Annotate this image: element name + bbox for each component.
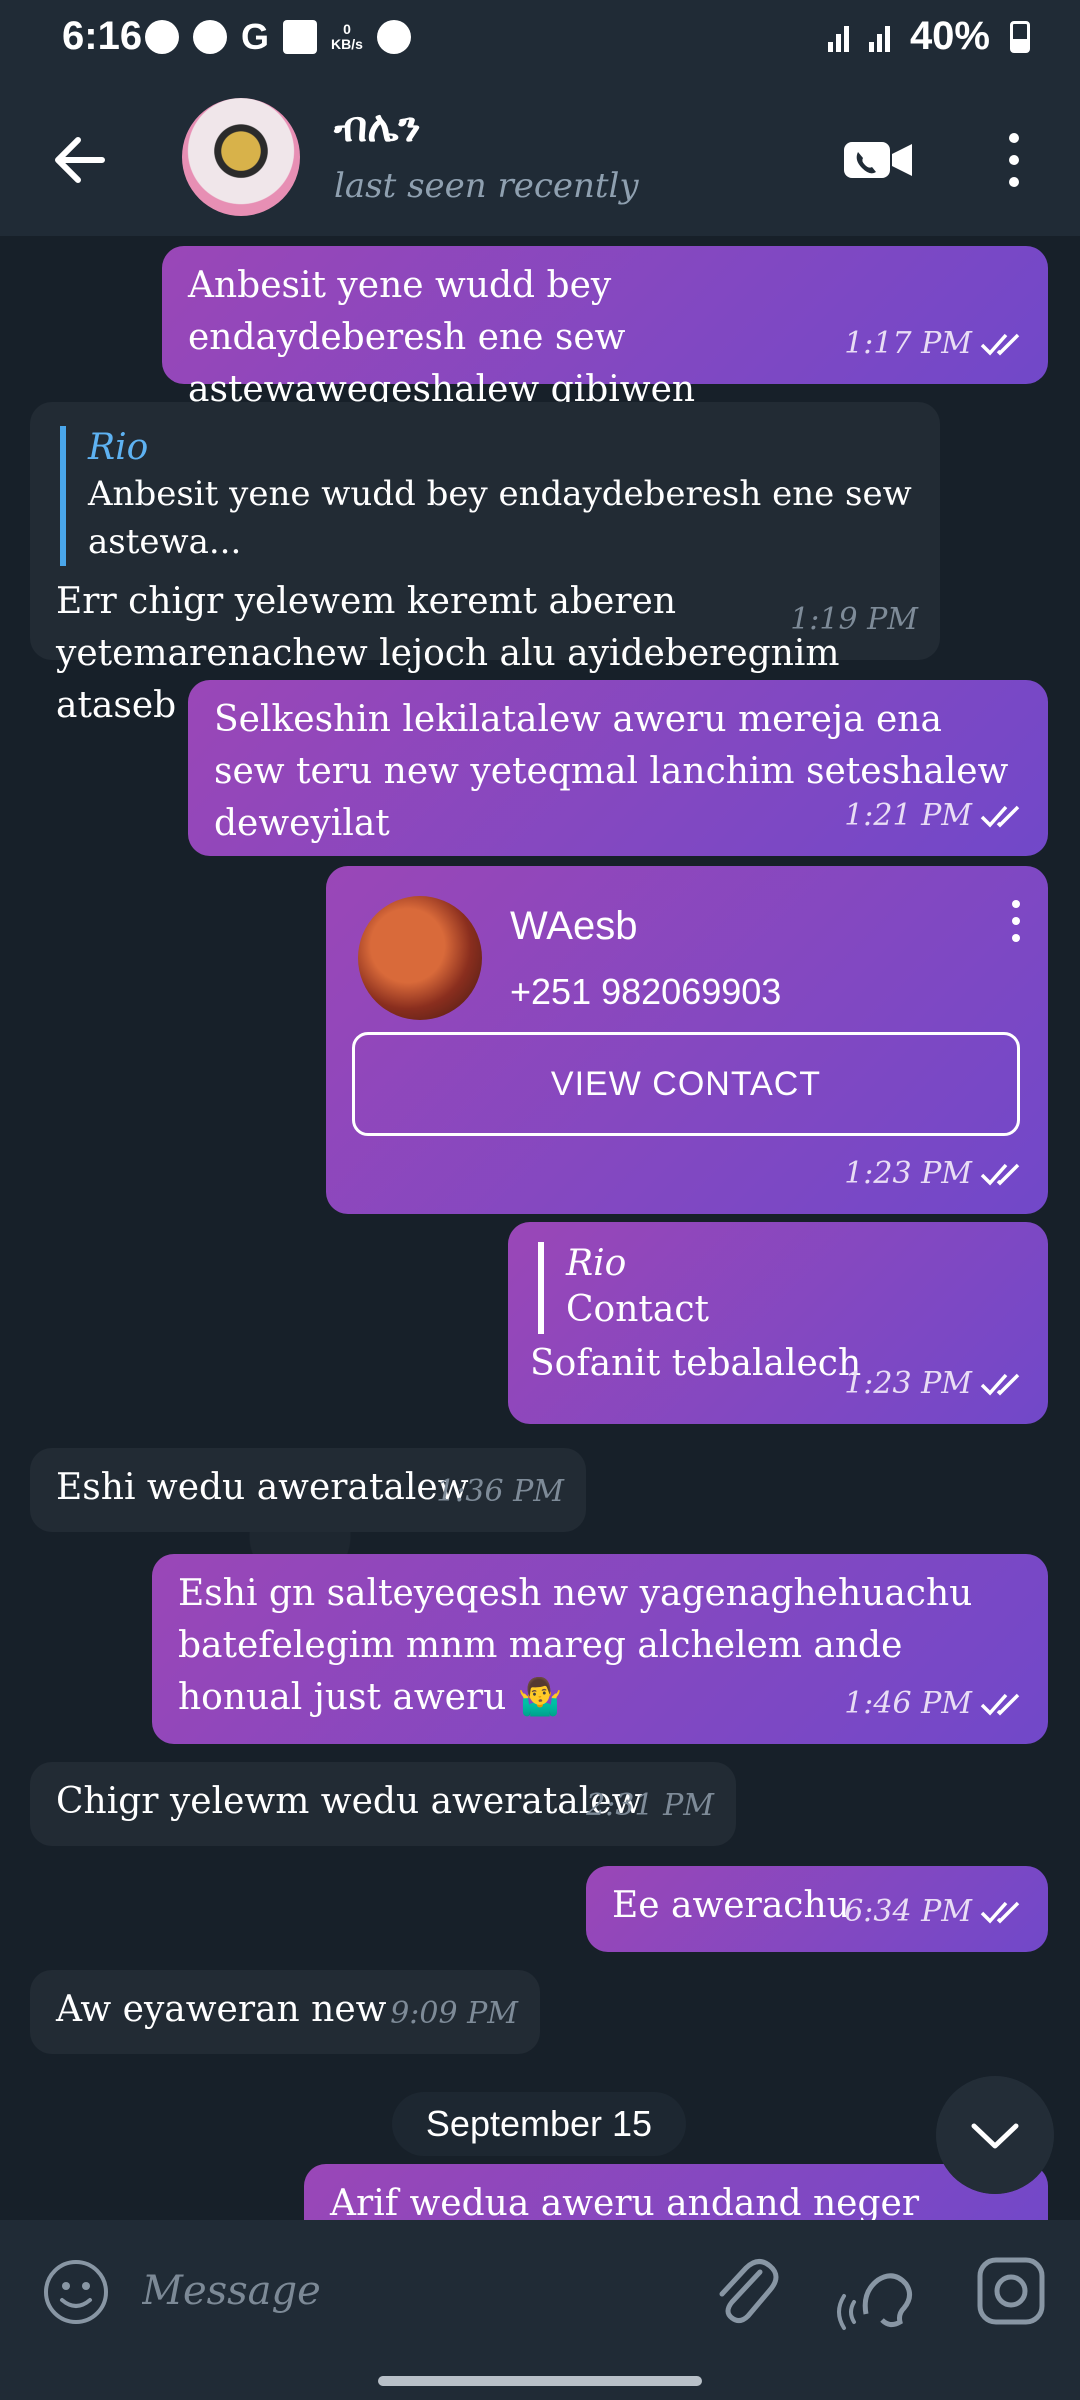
message-incoming[interactable]: Aw eyaweran new 9:09 PM <box>30 1970 540 2054</box>
message-time: 2:31 PM <box>586 1788 714 1823</box>
system-icons: 40% <box>827 14 1030 59</box>
double-check-icon <box>980 1901 1020 1924</box>
status-bar: 6:16 G 0 KB/s 40% <box>0 0 1080 80</box>
battery-percent: 40% <box>909 14 990 58</box>
video-call-icon[interactable] <box>842 136 914 184</box>
contact-avatar[interactable] <box>358 896 482 1020</box>
message-text: Chigr yelewm wedu aweratalew <box>56 1781 643 1822</box>
message-meta: 2:31 PM <box>586 1780 714 1832</box>
gallery-icon <box>283 20 318 54</box>
message-outgoing[interactable]: Rio Contact Sofanit tebalalech 1:23 PM <box>508 1222 1048 1424</box>
message-composer <box>0 2220 1080 2360</box>
message-text: Eshi wedu aweratalew <box>56 1467 469 1508</box>
message-outgoing[interactable]: Selkeshin lekilatalew aweru mereja ena s… <box>188 680 1048 856</box>
scroll-down-button[interactable] <box>936 2076 1054 2194</box>
message-meta: 6:34 PM <box>844 1886 1026 1938</box>
last-seen-status: last seen recently <box>334 166 639 206</box>
message-time: 1:36 PM <box>436 1474 564 1509</box>
reply-author: Rio <box>88 427 149 468</box>
message-time: 1:17 PM <box>844 326 972 361</box>
message-time: 1:19 PM <box>790 602 918 637</box>
double-check-icon <box>980 1373 1020 1396</box>
message-time: 6:34 PM <box>844 1894 972 1929</box>
reply-author: Rio <box>566 1243 627 1284</box>
message-outgoing[interactable]: Eshi gn salteyeqesh new yagenaghehuachu … <box>152 1554 1048 1744</box>
message-outgoing[interactable]: Ee awerachu 6:34 PM <box>586 1866 1048 1952</box>
message-time: 1:23 PM <box>844 1156 972 1191</box>
contact-name: WAesb <box>510 904 638 948</box>
date-separator: September 15 <box>392 2092 686 2156</box>
chat-list[interactable]: Anbesit yene wudd bey endaydeberesh ene … <box>0 236 1080 2220</box>
back-arrow-icon[interactable] <box>48 128 112 192</box>
message-meta: 1:23 PM <box>844 1358 1026 1410</box>
double-check-icon <box>980 333 1020 356</box>
double-check-icon <box>980 1693 1020 1716</box>
reply-preview[interactable]: Rio Contact <box>538 1242 1022 1334</box>
camera-icon[interactable] <box>976 2256 1046 2326</box>
signal-icon <box>868 22 890 52</box>
more-vert-icon[interactable] <box>1000 128 1028 192</box>
message-meta: 1:46 PM <box>844 1678 1026 1730</box>
contact-phone: +251 982069903 <box>510 971 782 1012</box>
more-vert-icon[interactable] <box>1006 896 1026 946</box>
message-outgoing[interactable]: Anbesit yene wudd bey endaydeberesh ene … <box>162 246 1048 462</box>
message-meta: 1:19 PM <box>790 594 918 646</box>
message-meta: 9:09 PM <box>390 1988 518 2040</box>
message-time: 1:21 PM <box>844 798 972 833</box>
microphone-icon[interactable] <box>836 2252 916 2332</box>
reply-text: Anbesit yene wudd bey endaydeberesh ene … <box>88 474 912 562</box>
play-icon <box>376 20 411 54</box>
double-check-icon <box>980 1163 1020 1186</box>
message-time: 1:46 PM <box>844 1686 972 1721</box>
chat-title[interactable]: ብሌን <box>334 102 421 152</box>
view-contact-button[interactable]: VIEW CONTACT <box>352 1032 1020 1136</box>
attach-icon[interactable] <box>710 2252 780 2332</box>
message-incoming[interactable]: Chigr yelewm wedu aweratalew 2:31 PM <box>30 1762 736 1846</box>
message-text: Arif wedua aweru andand neger teyeqiyat <box>330 2183 920 2220</box>
message-time: 1:23 PM <box>844 1366 972 1401</box>
message-incoming[interactable]: Eshi wedu aweratalew 1:36 PM <box>30 1448 586 1532</box>
battery-icon <box>1010 20 1030 53</box>
message-meta: 1:17 PM <box>844 318 1026 370</box>
avatar[interactable] <box>182 98 300 216</box>
status-time: 6:16 <box>62 14 143 58</box>
reply-text: Contact <box>566 1289 709 1330</box>
reply-preview[interactable]: Rio Anbesit yene wudd bey endaydeberesh … <box>60 426 914 566</box>
message-text: Aw eyaweran new <box>56 1989 387 2030</box>
data-rate: 0 KB/s <box>331 21 363 52</box>
message-meta: 1:36 PM <box>436 1466 564 1518</box>
chat-header: ብሌን last seen recently <box>0 80 1080 236</box>
contact-message[interactable]: WAesb +251 982069903 VIEW CONTACT 1:23 P… <box>326 866 1048 1214</box>
message-meta: 1:21 PM <box>844 790 1026 842</box>
message-input[interactable] <box>140 2244 664 2338</box>
home-indicator[interactable] <box>378 2376 702 2386</box>
message-incoming[interactable]: Rio Anbesit yene wudd bey endaydeberesh … <box>30 402 940 726</box>
google-icon: G <box>241 16 270 57</box>
signal-icon <box>827 22 849 52</box>
emoji-icon[interactable] <box>42 2258 110 2326</box>
message-outgoing[interactable]: Arif wedua aweru andand neger teyeqiyat <box>304 2164 1048 2220</box>
message-time: 9:09 PM <box>390 1996 518 2031</box>
location-icon <box>145 20 179 54</box>
notification-icons: G 0 KB/s <box>145 16 411 57</box>
message-meta: 1:23 PM <box>844 1148 1026 1200</box>
double-check-icon <box>980 805 1020 828</box>
location-icon <box>193 20 227 54</box>
message-text: Ee awerachu <box>612 1885 850 1926</box>
